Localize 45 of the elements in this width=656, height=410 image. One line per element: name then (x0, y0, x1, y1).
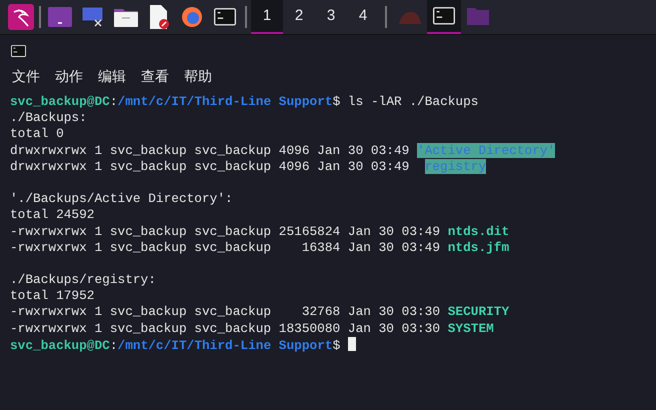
workspace-button[interactable]: 4 (347, 0, 379, 34)
menu-item[interactable]: 文件 (12, 66, 40, 86)
menu-item[interactable]: 动作 (55, 66, 83, 86)
task-button[interactable] (427, 0, 461, 34)
prompt-user: svc_backup@DC (10, 94, 110, 109)
file-name: SYSTEM (448, 320, 494, 336)
terminal-icon[interactable] (433, 7, 455, 25)
menu-item[interactable]: 查看 (141, 66, 169, 86)
terminal-text: drwxrwxrwx 1 svc_backup svc_backup 4096 Jan 30 03:49 (10, 142, 410, 158)
terminal-text: : (110, 338, 118, 353)
prompt-path: /mnt/c/IT/Third-Line Support (118, 94, 333, 109)
terminal-text: -rwxrwxrwx 1 svc_backup svc_backup 16384 Jan 30 03:49 (10, 240, 442, 255)
terminal-text: total 24592 (10, 207, 94, 222)
terminal-text: ./Backups/registry: (10, 272, 156, 288)
terminal-text: drwxrwxrwx 1 svc_backup svc_backup 4096 Jan 30 03:49 (10, 158, 410, 174)
cursor (348, 336, 356, 351)
workspace-button[interactable]: 3 (315, 0, 347, 34)
file-name: ntds.jfm (448, 240, 510, 255)
menu-item[interactable]: 帮助 (184, 66, 212, 86)
terminal-text: './Backups/Active Directory': (10, 191, 233, 206)
terminal-icon[interactable] (11, 44, 26, 56)
folder-icon[interactable] (114, 7, 138, 27)
file-name: ntds.dit (448, 224, 510, 238)
terminal-text: total 17952 (10, 288, 94, 304)
terminal-text: -rwxrwxrwx 1 svc_backup svc_backup 18350080 Jan 30 03:30 (10, 320, 442, 336)
terminal-text: $ ls -lAR ./Backups (332, 94, 478, 109)
terminal-text: -rwxrwxrwx 1 svc_backup svc_backup 25165824 Jan 30 03:49 (10, 224, 442, 238)
terminal-text: total 0 (10, 126, 64, 142)
terminal-text: : (110, 94, 118, 109)
workspace-button[interactable]: 2 (283, 0, 315, 34)
dragon-logo-icon[interactable] (8, 4, 34, 30)
directory-name: 'Active Directory' (417, 142, 556, 158)
terminal-text: ./Backups: (10, 110, 87, 126)
terminal-icon[interactable] (214, 8, 236, 26)
document-icon[interactable] (148, 5, 168, 29)
terminal-text: $ (332, 338, 342, 353)
prompt-path: /mnt/c/IT/Third-Line Support (118, 338, 333, 353)
directory-name: registry (424, 158, 486, 174)
file-name: SECURITY (448, 304, 510, 320)
monitor-scissors-icon[interactable] (80, 6, 104, 28)
prompt-user: svc_backup@DC (10, 338, 110, 353)
browser-icon[interactable] (180, 6, 202, 28)
workspace-button[interactable]: 1 (251, 0, 283, 34)
menu-item[interactable]: 编辑 (98, 66, 126, 86)
terminal-text: -rwxrwxrwx 1 svc_backup svc_backup 32768 Jan 30 03:30 (10, 304, 442, 320)
